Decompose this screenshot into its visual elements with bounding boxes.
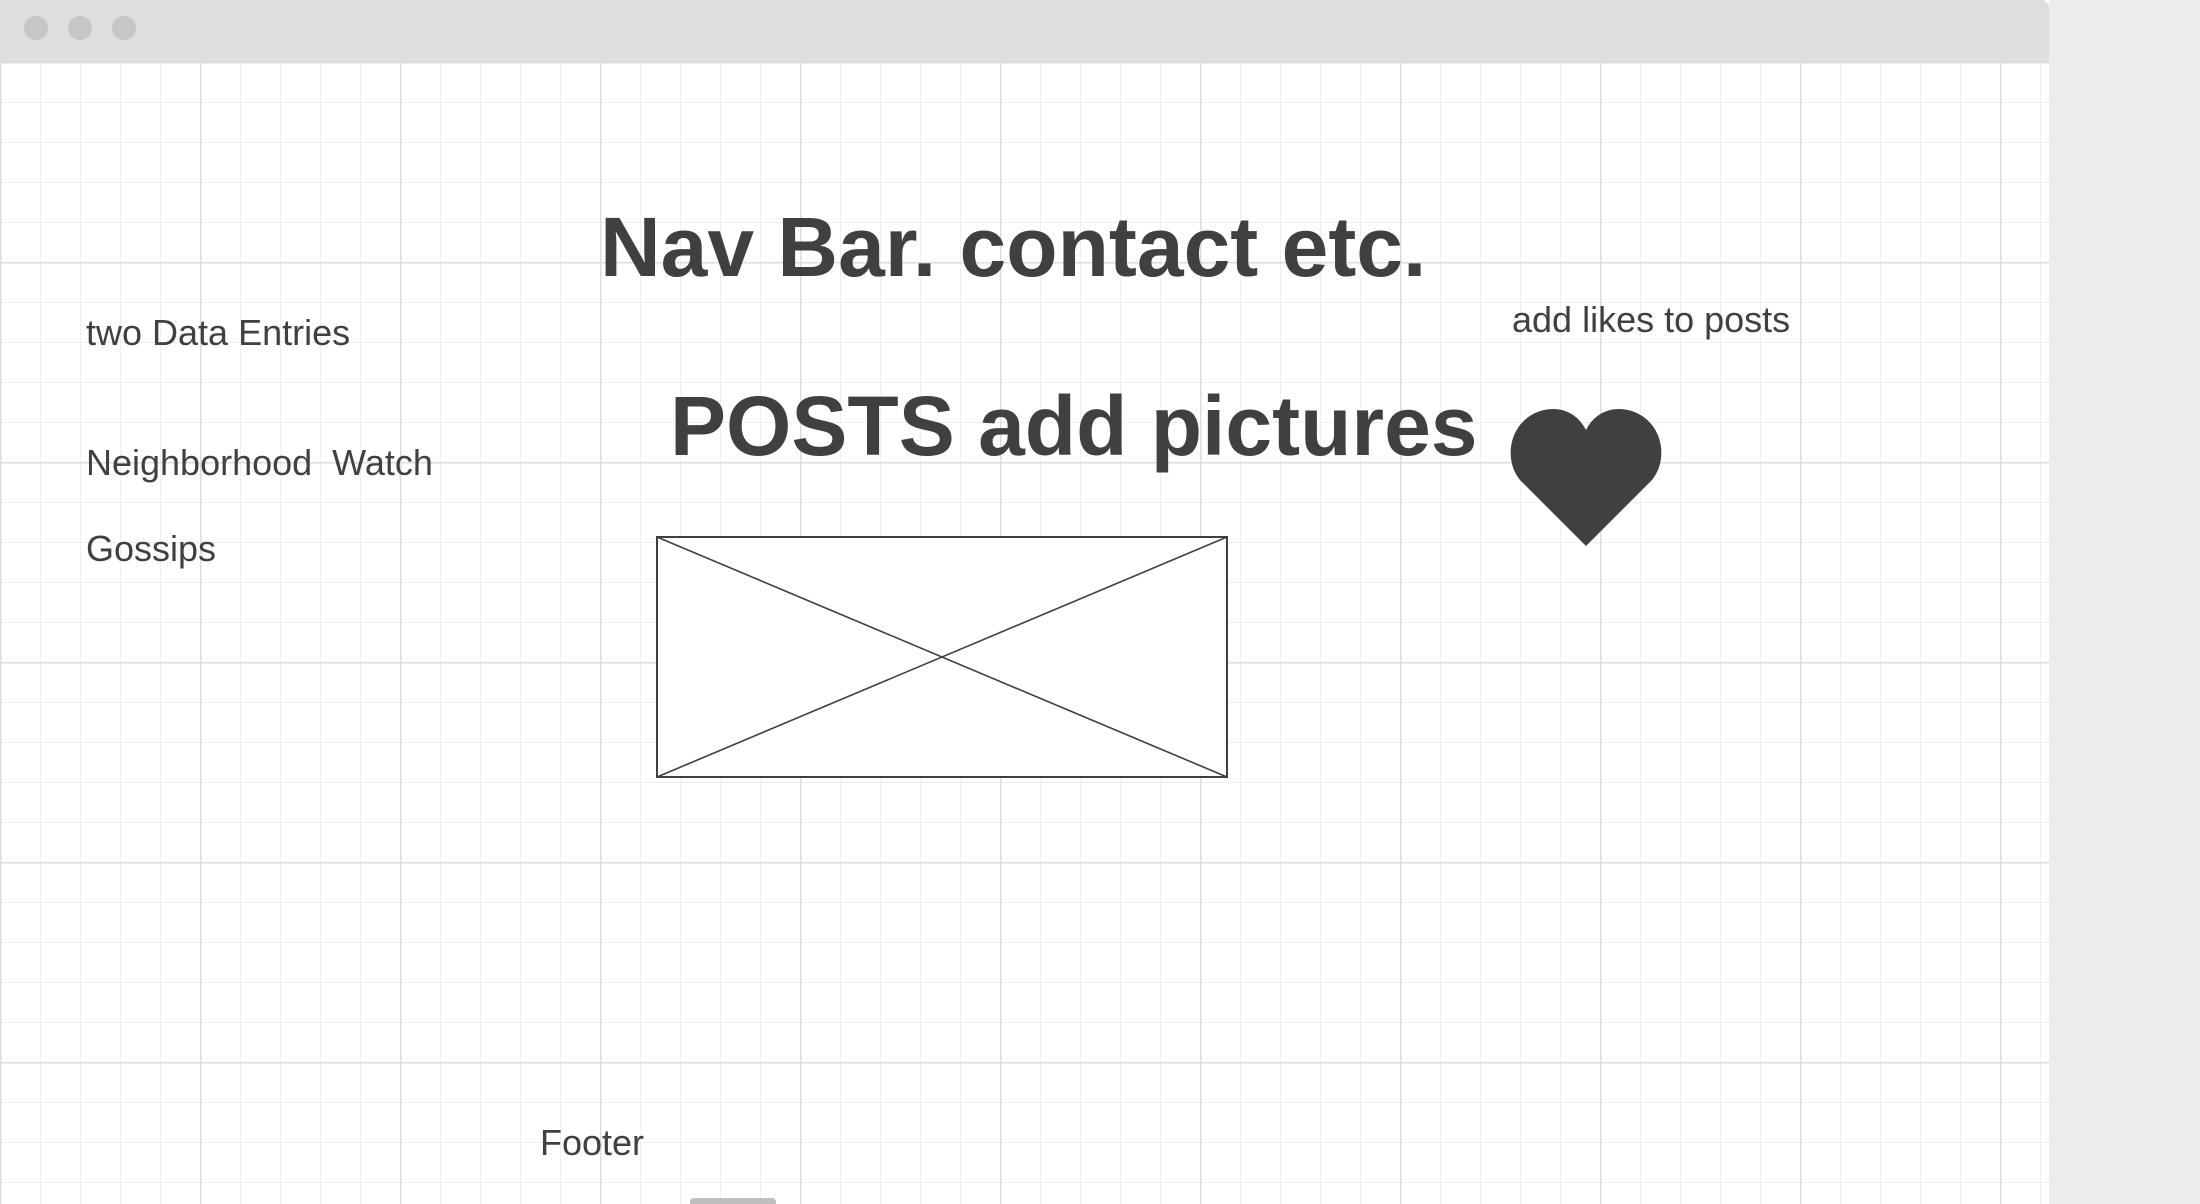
sidebar-item-neighborhood-watch[interactable]: Neighborhood Watch <box>86 445 433 481</box>
heart-icon[interactable] <box>1510 404 1662 546</box>
likes-note[interactable]: add likes to posts <box>1512 302 1790 338</box>
footer-label[interactable]: Footer <box>540 1125 644 1161</box>
scroll-handle[interactable] <box>690 1198 776 1204</box>
window-titlebar <box>0 0 2049 62</box>
app-window: Nav Bar. contact etc. two Data Entries N… <box>0 0 2049 1204</box>
posts-title[interactable]: POSTS add pictures <box>670 384 1478 468</box>
image-placeholder-icon[interactable] <box>656 536 1228 778</box>
maximize-window-button[interactable] <box>112 16 136 40</box>
nav-bar-title[interactable]: Nav Bar. contact etc. <box>600 205 1426 289</box>
sidebar-item-gossips[interactable]: Gossips <box>86 531 216 567</box>
close-window-button[interactable] <box>24 16 48 40</box>
sidebar-item-data-entries[interactable]: two Data Entries <box>86 315 350 351</box>
minimize-window-button[interactable] <box>68 16 92 40</box>
